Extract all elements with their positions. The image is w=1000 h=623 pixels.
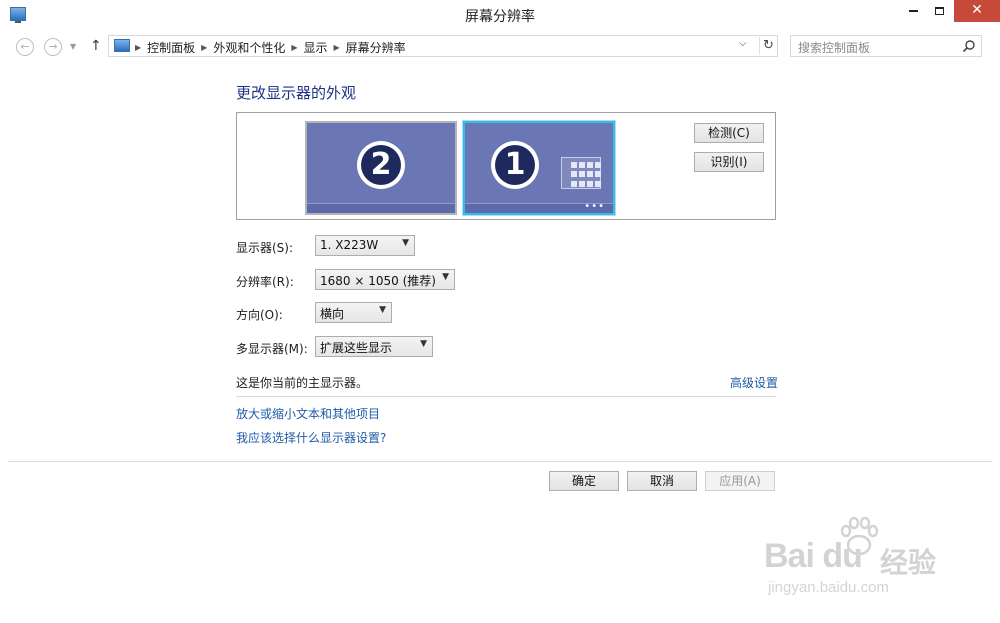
chevron-down-icon: ▼ [402,238,409,248]
chevron-down-icon: ▼ [442,272,449,282]
chevron-right-icon[interactable]: ▶ [334,43,340,52]
chevron-right-icon[interactable]: ▶ [291,43,297,52]
monitor-number-badge: 2 [357,141,405,189]
back-button[interactable]: ← [16,38,34,56]
close-button[interactable]: ✕ [954,0,1000,22]
address-bar[interactable]: ▶ 控制面板 ▶ 外观和个性化 ▶ 显示 ▶ 屏幕分辨率 ⌵ ↻ [108,35,778,57]
ok-button[interactable]: 确定 [549,471,619,491]
watermark-brand: Bai du [764,537,863,575]
search-icon[interactable] [962,39,976,53]
maximize-button[interactable] [928,0,950,22]
multiple-displays-select[interactable]: 扩展这些显示 ▼ [315,336,433,357]
resolution-label: 分辨率(R): [236,275,294,289]
multiple-displays-select-value: 扩展这些显示 [320,341,393,355]
advanced-settings-link[interactable]: 高级设置 [730,374,778,391]
cancel-button[interactable]: 取消 [627,471,697,491]
maximize-icon [934,6,944,15]
more-dots-icon: ••• [584,201,605,212]
up-button[interactable]: ↑ [90,38,102,54]
page-title: 更改显示器的外观 [236,84,357,102]
chevron-down-icon: ▼ [420,339,427,349]
monitor-2-tile[interactable]: 2 [305,121,457,215]
divider [236,396,776,397]
minimize-icon [908,9,918,12]
resolution-select-value: 1680 × 1050 (推荐) [320,274,436,288]
breadcrumb-screen-resolution[interactable]: 屏幕分辨率 [346,39,406,56]
breadcrumb: ▶ 控制面板 ▶ 外观和个性化 ▶ 显示 ▶ 屏幕分辨率 [135,39,406,56]
orientation-label: 方向(O): [236,308,283,322]
orientation-select[interactable]: 横向 ▼ [315,302,392,323]
minimize-button[interactable] [902,0,924,22]
breadcrumb-display[interactable]: 显示 [304,39,328,56]
chevron-down-icon: ▼ [379,305,386,315]
start-screen-icon [561,157,601,189]
display-label: 显示器(S): [236,241,294,255]
footer-divider [8,461,992,462]
refresh-button[interactable]: ↻ [759,37,777,55]
navigation-bar: ← → ▼ ↑ ▶ 控制面板 ▶ 外观和个性化 ▶ 显示 ▶ 屏幕分辨率 ⌵ ↻… [0,30,1000,62]
address-dropdown-icon[interactable]: ⌵ [739,38,747,49]
recent-locations-chevron-icon[interactable]: ▼ [70,42,76,51]
forward-button[interactable]: → [44,38,62,56]
orientation-select-value: 横向 [320,307,345,321]
chevron-right-icon[interactable]: ▶ [135,43,141,52]
multiple-displays-label: 多显示器(M): [236,342,308,356]
identify-button[interactable]: 识别(I) [694,152,764,172]
apply-button[interactable]: 应用(A) [705,471,775,491]
watermark-url: jingyan.baidu.com [768,579,889,596]
monitor-1-tile[interactable]: 1 ••• [463,121,615,215]
which-settings-link[interactable]: 我应该选择什么显示器设置? [236,429,386,446]
breadcrumb-appearance[interactable]: 外观和个性化 [213,39,285,56]
resolution-select[interactable]: 1680 × 1050 (推荐) ▼ [315,269,455,290]
control-panel-icon [114,39,130,52]
monitor-number-badge: 1 [491,141,539,189]
display-select[interactable]: 1. X223W ▼ [315,235,415,256]
taskbar-strip [307,203,455,213]
primary-display-note: 这是你当前的主显示器。 [236,376,369,390]
detect-button[interactable]: 检测(C) [694,123,764,143]
baidu-jingyan-watermark: Bai du 经验 jingyan.baidu.com [760,515,960,605]
title-bar: 屏幕分辨率 ✕ [0,0,1000,30]
breadcrumb-control-panel[interactable]: 控制面板 [147,39,195,56]
window-title: 屏幕分辨率 [465,9,535,25]
chevron-right-icon[interactable]: ▶ [201,43,207,52]
search-input[interactable]: 搜索控制面板 [790,35,982,57]
display-select-value: 1. X223W [320,238,379,252]
enlarge-text-link[interactable]: 放大或缩小文本和其他项目 [236,405,380,422]
search-placeholder: 搜索控制面板 [798,41,871,55]
watermark-brand-cn: 经验 [880,546,937,579]
monitor-number: 2 [361,145,401,185]
monitor-number: 1 [495,145,535,185]
